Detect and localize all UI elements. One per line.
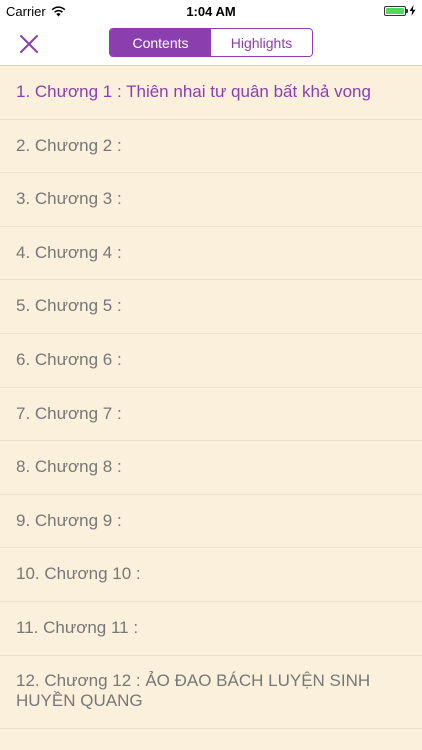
close-x-icon bbox=[20, 35, 38, 53]
status-time: 1:04 AM bbox=[186, 4, 236, 19]
chapter-list: 1. Chương 1 : Thiên nhai tư quân bất khả… bbox=[0, 66, 422, 729]
chapter-item-6[interactable]: 6. Chương 6 : bbox=[0, 334, 422, 388]
status-bar: Carrier 1:04 AM bbox=[0, 0, 422, 22]
chapter-item-3[interactable]: 3. Chương 3 : bbox=[0, 173, 422, 227]
chapter-item-5[interactable]: 5. Chương 5 : bbox=[0, 280, 422, 334]
chapter-item-4[interactable]: 4. Chương 4 : bbox=[0, 227, 422, 281]
chapter-item-10[interactable]: 10. Chương 10 : bbox=[0, 548, 422, 602]
chapter-item-12[interactable]: 12. Chương 12 : ẢO ĐAO BÁCH LUYỆN SINH H… bbox=[0, 656, 422, 729]
charging-bolt-icon bbox=[409, 5, 416, 16]
chapter-item-9[interactable]: 9. Chương 9 : bbox=[0, 495, 422, 549]
chapter-item-1[interactable]: 1. Chương 1 : Thiên nhai tư quân bất khả… bbox=[0, 66, 422, 120]
battery-icon bbox=[384, 5, 408, 16]
contents-highlights-segmented-control: Contents Highlights bbox=[109, 28, 313, 57]
close-button[interactable] bbox=[16, 31, 42, 57]
chapter-item-7[interactable]: 7. Chương 7 : bbox=[0, 388, 422, 442]
chapter-item-8[interactable]: 8. Chương 8 : bbox=[0, 441, 422, 495]
tab-contents[interactable]: Contents bbox=[110, 29, 211, 56]
battery-fill bbox=[386, 7, 404, 14]
navigation-bar: Contents Highlights bbox=[0, 22, 422, 66]
chapter-item-11[interactable]: 11. Chương 11 : bbox=[0, 602, 422, 656]
battery-tip bbox=[406, 8, 408, 13]
tab-highlights[interactable]: Highlights bbox=[211, 29, 312, 56]
chapter-item-2[interactable]: 2. Chương 2 : bbox=[0, 120, 422, 174]
battery-indicator bbox=[384, 5, 416, 16]
